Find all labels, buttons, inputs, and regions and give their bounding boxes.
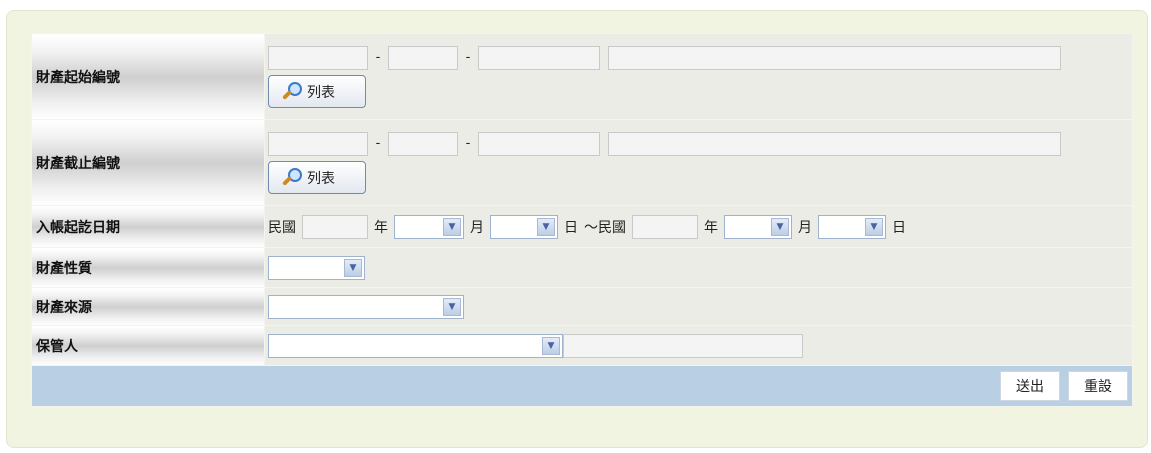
- row-end-number: 財產截止編號 - - 列表: [31, 119, 1133, 206]
- list-button-label: 列表: [307, 84, 335, 101]
- end-no-part3-input[interactable]: [478, 131, 600, 156]
- source-cell: ▼: [264, 287, 1133, 326]
- year-label: 年: [704, 219, 718, 236]
- end-month-select[interactable]: ▼: [724, 214, 792, 239]
- search-form: 財產起始編號 - - 列表 財產截止編號 - - 列表 入帳起訖日期 民國 年 …: [31, 33, 1133, 407]
- row-source: 財產來源 ▼: [31, 287, 1133, 326]
- entry-date-cell: 民國 年 ▼ 月 ▼ 日 ～民國 年 ▼ 月 ▼ 日: [264, 205, 1133, 248]
- row-actions: 送出 重設: [31, 365, 1133, 407]
- start-no-part1-input[interactable]: [268, 45, 368, 70]
- chevron-down-icon: ▼: [771, 217, 789, 236]
- chevron-down-icon: ▼: [344, 258, 362, 277]
- actions-bar: 送出 重設: [31, 365, 1133, 407]
- nature-cell: ▼: [264, 247, 1133, 288]
- chevron-down-icon: ▼: [865, 217, 883, 236]
- start-day-select[interactable]: ▼: [490, 214, 558, 239]
- day-label: 日: [892, 219, 906, 236]
- chevron-down-icon: ▼: [537, 217, 555, 236]
- row-keeper: 保管人 ▼: [31, 325, 1133, 366]
- dash: -: [375, 136, 381, 151]
- row-start-number: 財產起始編號 - - 列表: [31, 33, 1133, 120]
- start-no-name-input[interactable]: [608, 45, 1061, 70]
- year-label: 年: [374, 219, 388, 236]
- dash: -: [465, 136, 471, 151]
- range-separator: ～民國: [584, 219, 626, 236]
- start-number-cell: - - 列表: [264, 33, 1133, 120]
- start-no-part3-input[interactable]: [478, 45, 600, 70]
- nature-select[interactable]: ▼: [268, 255, 365, 280]
- list-button-label: 列表: [307, 170, 335, 187]
- chevron-down-icon: ▼: [542, 336, 560, 355]
- magnifier-icon: [281, 167, 303, 189]
- month-label: 月: [798, 219, 812, 236]
- end-number-cell: - - 列表: [264, 119, 1133, 206]
- era-label: 民國: [268, 219, 296, 236]
- end-no-part2-input[interactable]: [388, 131, 458, 156]
- chevron-down-icon: ▼: [443, 217, 461, 236]
- keeper-cell: ▼: [264, 325, 1133, 366]
- chevron-down-icon: ▼: [443, 297, 461, 316]
- month-label: 月: [470, 219, 484, 236]
- source-select[interactable]: ▼: [268, 294, 464, 319]
- start-no-part2-input[interactable]: [388, 45, 458, 70]
- end-list-button[interactable]: 列表: [268, 161, 366, 194]
- submit-button[interactable]: 送出: [1000, 371, 1060, 401]
- dash: -: [465, 50, 471, 65]
- keeper-text-input[interactable]: [563, 333, 803, 358]
- end-no-part1-input[interactable]: [268, 131, 368, 156]
- magnifier-icon: [281, 81, 303, 103]
- end-number-label: 財產截止編號: [31, 119, 265, 206]
- nature-label: 財產性質: [31, 247, 265, 288]
- start-year-input[interactable]: [302, 214, 368, 239]
- start-list-button[interactable]: 列表: [268, 75, 366, 108]
- day-label: 日: [564, 219, 578, 236]
- row-nature: 財產性質 ▼: [31, 247, 1133, 288]
- end-day-select[interactable]: ▼: [818, 214, 886, 239]
- row-entry-date: 入帳起訖日期 民國 年 ▼ 月 ▼ 日 ～民國 年 ▼ 月 ▼ 日: [31, 205, 1133, 248]
- entry-date-label: 入帳起訖日期: [31, 205, 265, 248]
- keeper-select[interactable]: ▼: [268, 333, 563, 358]
- start-number-label: 財產起始編號: [31, 33, 265, 120]
- end-year-input[interactable]: [632, 214, 698, 239]
- reset-button[interactable]: 重設: [1068, 371, 1128, 401]
- end-no-name-input[interactable]: [608, 131, 1061, 156]
- source-label: 財產來源: [31, 287, 265, 326]
- start-month-select[interactable]: ▼: [394, 214, 464, 239]
- dash: -: [375, 50, 381, 65]
- keeper-label: 保管人: [31, 325, 265, 366]
